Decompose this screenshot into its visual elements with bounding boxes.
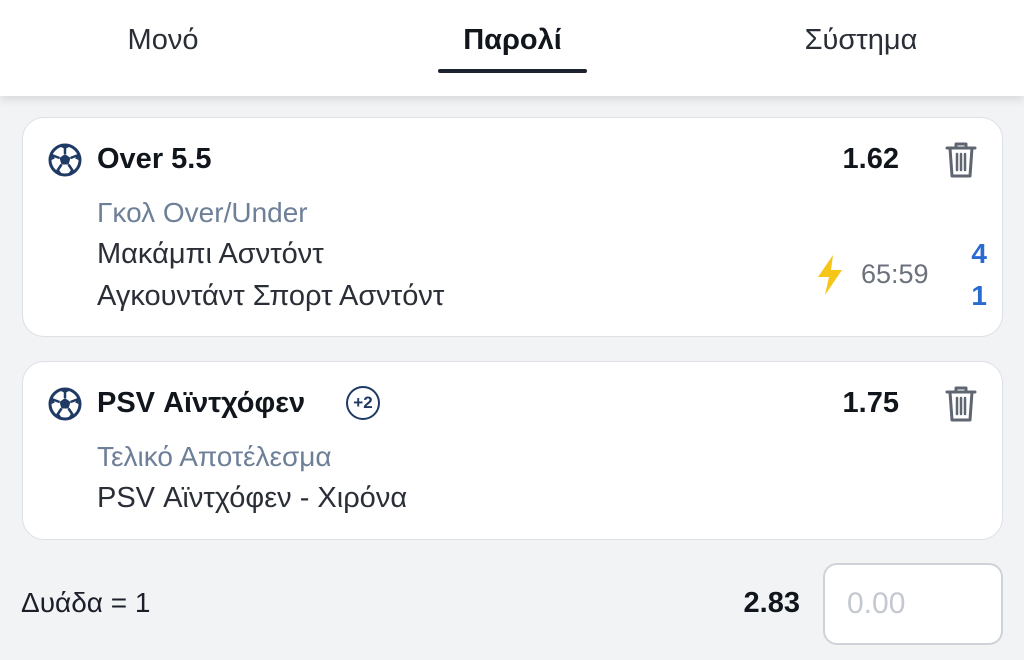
lightning-bolt-icon — [818, 255, 842, 295]
home-score: 4 — [971, 238, 987, 269]
combo-label: Δυάδα = 1 — [21, 587, 151, 618]
selection-title: PSV Αϊντχόφεν — [97, 387, 306, 419]
soccer-ball-icon — [48, 387, 82, 421]
bet-selection-card: PSV Αϊντχόφεν +2 1.75 Τελικό Αποτέλεσμα … — [22, 361, 1003, 540]
trash-icon[interactable] — [943, 384, 979, 424]
market-name: Γκολ Over/Under — [97, 197, 308, 228]
selection-odds: 1.62 — [842, 143, 899, 175]
stake-input[interactable] — [823, 563, 1003, 645]
selection-odds: 1.75 — [842, 387, 899, 419]
extra-markets-badge[interactable]: +2 — [346, 386, 380, 420]
home-team: Μακάμπι Ασντόντ — [97, 238, 324, 270]
tab-single[interactable]: Μονό — [95, 24, 231, 72]
bet-type-tabs: Μονό Παρολί Σύστημα — [0, 0, 1024, 96]
active-tab-indicator — [438, 69, 587, 73]
away-team: Αγκουντάντ Σπορτ Ασντόντ — [97, 280, 445, 312]
match-name: PSV Αϊντχόφεν - Χιρόνα — [97, 482, 408, 514]
away-score: 1 — [971, 280, 987, 311]
bet-selection-card: Over 5.5 1.62 Γκολ Over/Under Μακάμπι Ασ… — [22, 117, 1003, 337]
total-odds: 2.83 — [743, 587, 800, 619]
selection-title: Over 5.5 — [97, 143, 212, 175]
market-name: Τελικό Αποτέλεσμα — [97, 441, 332, 472]
tab-parlay[interactable]: Παρολί — [438, 24, 587, 72]
trash-icon[interactable] — [943, 140, 979, 180]
soccer-ball-icon — [48, 143, 82, 177]
match-time: 65:59 — [861, 259, 929, 289]
tab-system[interactable]: Σύστημα — [780, 24, 942, 72]
